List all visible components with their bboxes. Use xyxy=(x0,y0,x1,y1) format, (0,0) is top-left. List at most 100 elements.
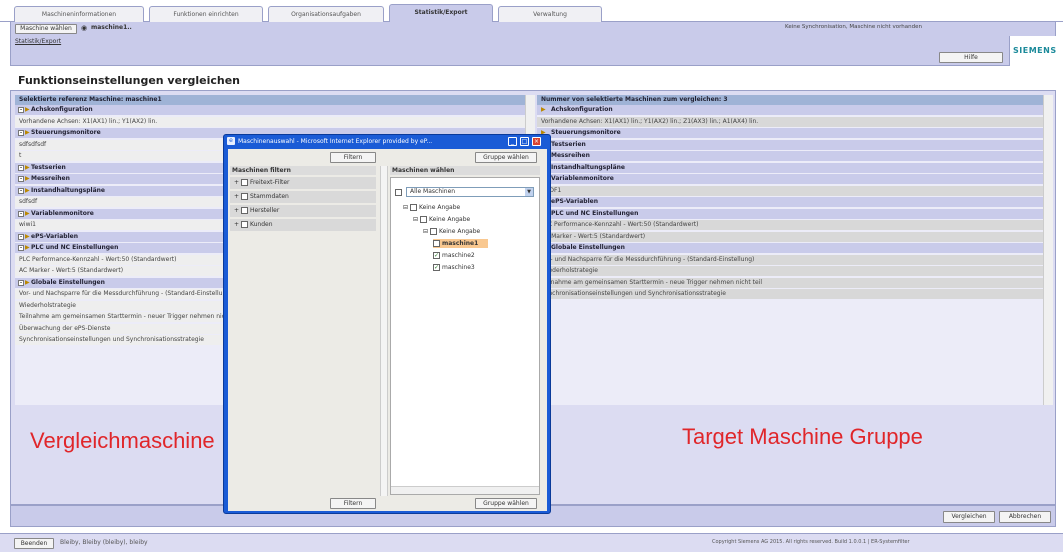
breadcrumb[interactable]: Statistik/Export xyxy=(15,38,61,45)
collapse-icon[interactable]: - xyxy=(18,107,24,113)
current-machine-name: maschine1.. xyxy=(91,24,132,31)
right-row-label: Synchronisationseinstellungen und Synchr… xyxy=(541,290,726,297)
collapse-icon[interactable]: - xyxy=(18,233,24,240)
right-section-4[interactable]: ▶Messreihen xyxy=(537,151,1053,161)
tab-verwaltung[interactable]: Verwaltung xyxy=(498,6,602,22)
collapse-icon[interactable]: - xyxy=(18,279,24,286)
right-section-5[interactable]: ▶Instandhaltungspläne xyxy=(537,162,1053,173)
collapse-icon[interactable]: - xyxy=(18,164,24,171)
tree-horizontal-scrollbar[interactable] xyxy=(391,486,539,494)
caret-icon: ▶ xyxy=(25,129,30,136)
right-section-3[interactable]: ▶Testserien xyxy=(537,139,1053,150)
caret-icon: ▶ xyxy=(541,106,546,113)
cancel-button[interactable]: Abbrechen xyxy=(999,511,1051,523)
right-item-7: VROF1 xyxy=(537,185,1053,196)
filter-item-stammdaten[interactable]: + Stammdaten xyxy=(230,191,376,203)
tab-statistik-export[interactable]: Statistik/Export xyxy=(389,4,493,22)
right-row-label: PLC und NC Einstellungen xyxy=(551,209,639,217)
tree-leaf-maschine3[interactable]: ✓ maschine3 xyxy=(433,263,475,272)
sync-status-text: Keine Synchronisation, Maschine nicht vo… xyxy=(785,24,922,30)
minimize-icon[interactable]: _ xyxy=(508,137,517,146)
left-item-1: Vorhandene Achsen: X1(AX1) lin.; Y1(AX2)… xyxy=(15,116,535,127)
left-section-0[interactable]: - ▶ Achskonfiguration xyxy=(15,105,535,115)
tree-leaf-maschine1[interactable]: maschine1 xyxy=(433,239,489,248)
maximize-icon[interactable]: □ xyxy=(520,137,529,146)
close-icon[interactable]: × xyxy=(532,137,541,146)
left-row-label: Messreihen xyxy=(31,175,70,182)
machine-select-button[interactable]: Maschine wählen xyxy=(15,24,77,34)
left-row-label: wiwi1 xyxy=(19,221,36,228)
right-item-13: Vor- und Nachsparre für die Messdurchfüh… xyxy=(537,254,1053,265)
tab-organisationsaufgaben[interactable]: Organisationsaufgaben xyxy=(268,6,384,22)
machine-status-icon: ◉ xyxy=(81,24,88,32)
annotation-left: Vergleichmaschine xyxy=(30,428,215,453)
right-row-label: Vorhandene Achsen: X1(AX1) lin.; Y1(AX2)… xyxy=(541,117,759,125)
group-select-button-top[interactable]: Gruppe wählen xyxy=(475,152,537,163)
right-item-14: Wiederholstrategie xyxy=(537,266,1053,276)
target-machines-panel: Nummer von selektierte Maschinen zum ver… xyxy=(537,95,1053,405)
left-row-label: sdfsdf xyxy=(19,198,38,205)
right-row-label: Steuerungsmonitore xyxy=(551,129,621,136)
right-section-12[interactable]: ▶Globale Einstellungen xyxy=(537,243,1053,253)
select-all-checkbox[interactable] xyxy=(395,189,402,196)
right-item-1: Vorhandene Achsen: X1(AX1) lin.; Y1(AX2)… xyxy=(537,116,1053,127)
right-section-2[interactable]: ▶ Steuerungsmonitore xyxy=(537,128,1053,138)
right-row-label: Testserien xyxy=(551,140,586,148)
left-row-label: Teilnahme am gemeinsamen Starttermin - n… xyxy=(19,313,243,320)
tree-leaf-maschine2[interactable]: ✓ maschine2 xyxy=(433,251,475,260)
left-row-label: PLC Performance-Kennzahl - Wert:50 (Stan… xyxy=(19,255,177,263)
tab-funktionen-einrichten[interactable]: Funktionen einrichten xyxy=(149,6,263,22)
right-row-label: Achskonfiguration xyxy=(551,106,613,113)
right-section-6[interactable]: ▶Variablenmonitore xyxy=(537,174,1053,184)
tree-node-3[interactable]: ⊟ Keine Angabe xyxy=(423,227,480,236)
filter-button-top[interactable]: Filtern xyxy=(330,152,376,163)
logout-button[interactable]: Beenden xyxy=(14,538,54,549)
left-row-label: Steuerungsmonitore xyxy=(31,129,101,136)
filter-header: Maschinen filtern xyxy=(230,166,376,175)
right-item-16: Synchronisationseinstellungen und Synchr… xyxy=(537,289,1053,299)
right-row-label: Globale Einstellungen xyxy=(551,244,625,251)
filter-item-hersteller[interactable]: + Hersteller xyxy=(230,205,376,217)
right-row-label: AC Marker - Wert:5 (Standardwert) xyxy=(541,232,646,240)
right-scrollbar[interactable] xyxy=(1043,95,1053,405)
collapse-icon[interactable]: - xyxy=(18,187,24,194)
status-bar: Beenden Bleiby, Bleiby (bleiby), bleiby … xyxy=(0,533,1063,552)
annotation-right: Target Maschine Gruppe xyxy=(682,424,923,449)
caret-icon: ▶ xyxy=(25,186,30,194)
chevron-down-icon[interactable]: ▼ xyxy=(525,188,533,196)
right-section-8[interactable]: ▶ePS-Variablen xyxy=(537,197,1053,207)
right-item-10: PLC Performance-Kennzahl - Wert:50 (Stan… xyxy=(537,220,1053,230)
left-row-label: Wiederholstrategie xyxy=(19,301,76,309)
compare-button[interactable]: Vergleichen xyxy=(943,511,995,523)
filter-item-kunden[interactable]: + Kunden xyxy=(230,219,376,231)
dialog-splitter[interactable] xyxy=(380,166,388,496)
tab-maschineninformationen[interactable]: Maschineninformationen xyxy=(14,6,144,22)
right-section-0[interactable]: ▶ Achskonfiguration xyxy=(537,105,1053,115)
collapse-icon[interactable]: - xyxy=(18,176,24,182)
left-row-label: PLC und NC Einstellungen xyxy=(31,244,119,251)
tree-node-2[interactable]: ⊟ Keine Angabe xyxy=(413,215,470,224)
group-select-button-bottom[interactable]: Gruppe wählen xyxy=(475,498,537,509)
machine-group-select[interactable]: Alle Maschinen ▼ xyxy=(406,187,534,197)
filter-item-freitext[interactable]: + Freitext-Filter xyxy=(230,177,376,189)
help-button[interactable]: Hilfe xyxy=(939,52,1003,63)
caret-icon: ▶ xyxy=(25,244,30,251)
tree-node-1[interactable]: ⊟ Keine Angabe xyxy=(403,203,460,212)
filter-button-bottom[interactable]: Filtern xyxy=(330,498,376,509)
dialog-body: Filtern Gruppe wählen Maschinen filtern … xyxy=(228,149,547,511)
right-row-label: Variablenmonitore xyxy=(551,175,614,182)
left-row-label: t xyxy=(19,152,22,159)
left-row-label: Instandhaltungspläne xyxy=(31,186,105,194)
collapse-icon[interactable]: - xyxy=(18,210,24,217)
right-section-9[interactable]: ▶PLC und NC Einstellungen xyxy=(537,208,1053,219)
left-row-label: sdfsdfsdf xyxy=(19,140,47,148)
collapse-icon[interactable]: - xyxy=(18,245,24,251)
collapse-icon[interactable]: - xyxy=(18,130,24,136)
dialog-title: Maschinenauswahl - Microsoft Internet Ex… xyxy=(238,138,433,145)
right-row-label: Vor- und Nachsparre für die Messdurchfüh… xyxy=(541,255,755,263)
copyright-text: Copyright Siemens AG 2015. All rights re… xyxy=(712,539,910,545)
right-row-label: Messreihen xyxy=(551,152,590,159)
caret-icon: ▶ xyxy=(25,232,30,240)
breadcrumb-bar: Statistik/Export Hilfe SIEMENS xyxy=(10,36,1057,66)
right-item-15: Teilnahme am gemeinsamen Starttermin - n… xyxy=(537,277,1053,288)
